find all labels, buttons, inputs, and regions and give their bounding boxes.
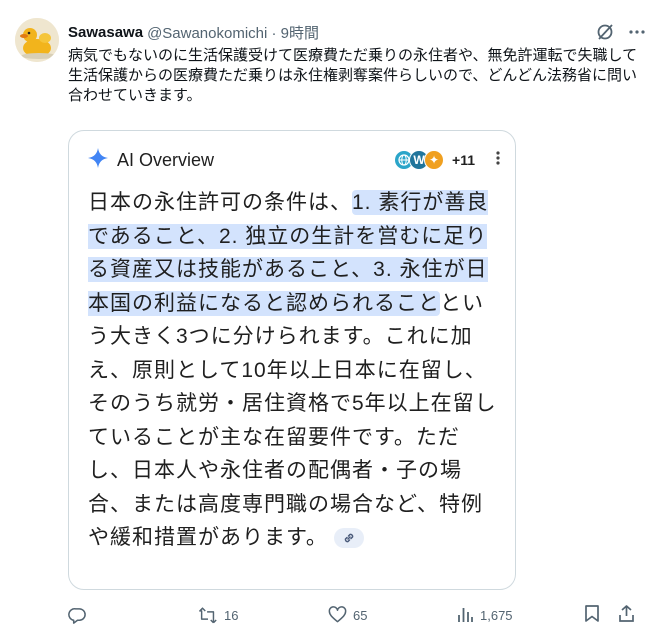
handle-time[interactable]: @Sawanokomichi · 9時間	[147, 22, 319, 43]
site-logo-icon: ✦	[424, 150, 445, 170]
repost-button[interactable]: 16	[198, 606, 328, 625]
gemini-sparkle-icon	[87, 147, 109, 174]
link-chip[interactable]	[333, 528, 364, 549]
link-icon	[342, 522, 356, 556]
views-button[interactable]: 1,675	[456, 606, 574, 624]
share-icon[interactable]	[618, 604, 635, 626]
display-name[interactable]: Sawasawa	[68, 24, 143, 41]
post-text: 病気でもないのに生活保護受けて医療費ただ乗りの永住者や、無免許運転で失職して生活…	[68, 47, 638, 104]
ai-overview-title: AI Overview	[117, 149, 215, 170]
duck-avatar-icon	[15, 18, 59, 62]
avatar[interactable]	[15, 18, 59, 62]
reply-icon	[68, 606, 87, 625]
bookmark-icon[interactable]	[584, 604, 600, 626]
source-icons[interactable]: W ✦	[394, 150, 445, 170]
ai-overview-text: 日本の永住許可の条件は、1. 素行が善良であること、2. 独立の生計を営むに足り…	[88, 186, 500, 555]
post-header: Sawasawa @Sawanokomichi · 9時間	[68, 21, 646, 43]
more-options-icon[interactable]	[628, 23, 646, 41]
repost-count: 16	[224, 607, 239, 623]
view-count: 1,675	[480, 607, 513, 623]
ai-text-rest: という大きく3つに分けられます。これに加え、原則として10年以上日本に在留し、そ…	[88, 291, 497, 550]
reply-button[interactable]	[68, 606, 198, 625]
ai-more-icon[interactable]	[495, 150, 501, 171]
repost-icon	[198, 606, 218, 625]
ai-overview-card[interactable]: AI Overview W ✦ +11 日本の永住許可の条件は、1. 素行が善良…	[68, 130, 516, 590]
like-count: 65	[353, 607, 368, 623]
ai-text-intro: 日本の永住許可の条件は、	[88, 191, 352, 214]
heart-icon	[328, 606, 347, 624]
action-bar: 16 65 1,675	[68, 603, 640, 627]
grok-icon[interactable]	[596, 23, 614, 41]
like-button[interactable]: 65	[328, 606, 456, 624]
views-chart-icon	[456, 606, 474, 624]
source-count[interactable]: +11	[452, 152, 475, 168]
ai-overview-header: AI Overview W ✦ +11	[87, 147, 501, 173]
